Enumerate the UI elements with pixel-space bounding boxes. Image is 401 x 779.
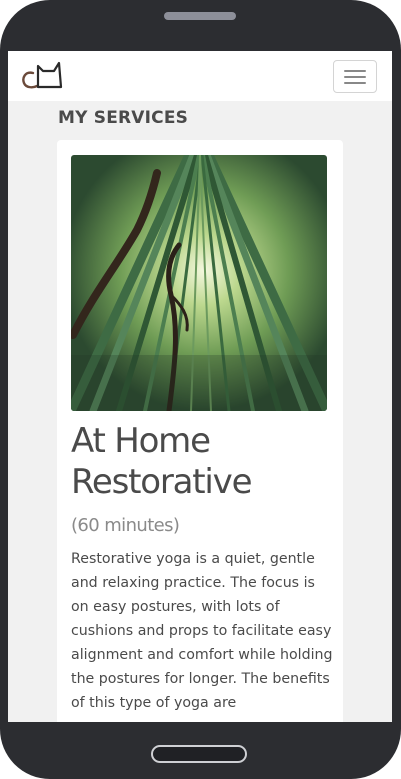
phone-speaker: [164, 12, 236, 20]
hamburger-menu-button[interactable]: [333, 60, 377, 93]
phone-screen: MY SERVICES At Home Restorative (60 minu…: [8, 51, 392, 722]
service-duration: (60 minutes): [71, 515, 180, 536]
service-title: At Home Restorative: [71, 421, 252, 502]
bamboo-forest-image: [71, 155, 327, 411]
menu-bar-icon: [344, 82, 366, 84]
menu-bar-icon: [344, 70, 366, 72]
service-card: At Home Restorative (60 minutes) Restora…: [57, 140, 343, 722]
service-description: Restorative yoga is a quiet, gentle and …: [71, 551, 333, 711]
cat-logo-icon[interactable]: [21, 59, 65, 91]
phone-home-button[interactable]: [151, 745, 247, 763]
phone-frame: MY SERVICES At Home Restorative (60 minu…: [0, 0, 401, 779]
menu-bar-icon: [344, 76, 366, 78]
navbar: [8, 51, 392, 101]
section-title: MY SERVICES: [58, 108, 189, 128]
